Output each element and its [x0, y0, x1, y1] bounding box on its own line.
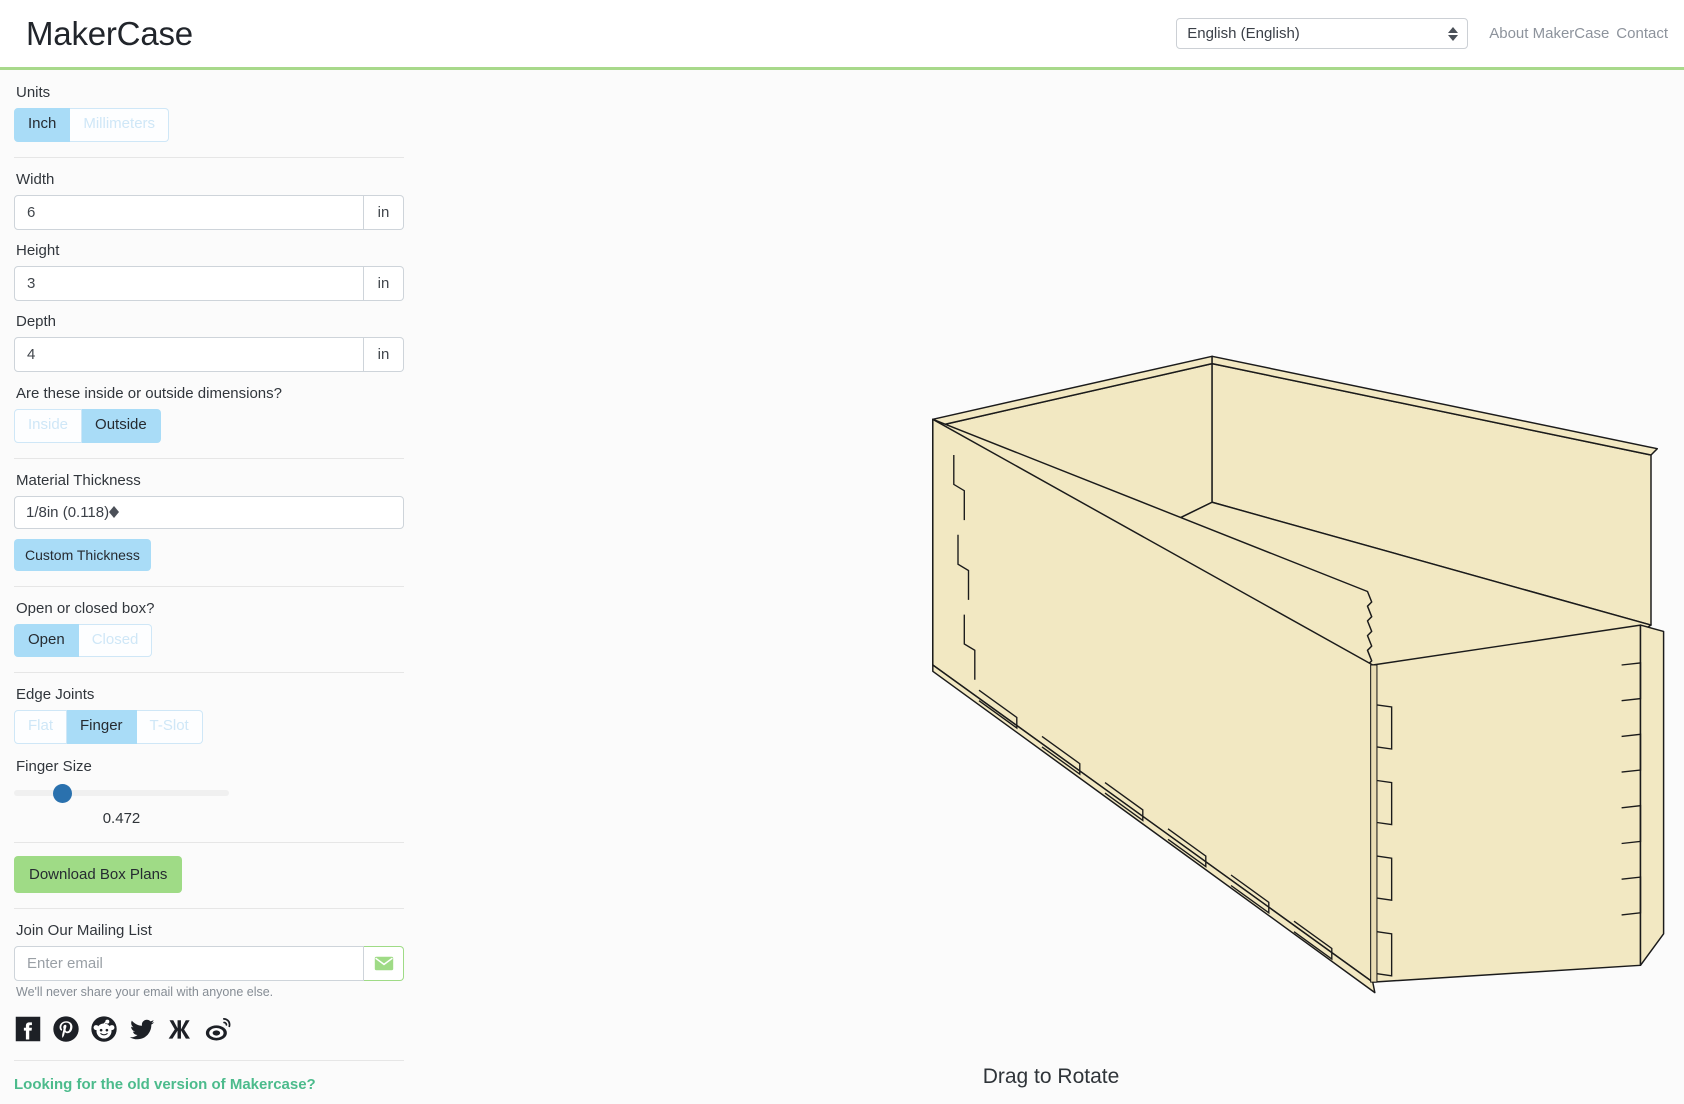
height-input[interactable] [14, 265, 364, 301]
language-select-value: English (English) [1187, 25, 1300, 42]
height-unit-addon: in [364, 265, 404, 301]
box-style-option-open[interactable]: Open [14, 623, 79, 658]
old-version-link[interactable]: Looking for the old version of Makercase… [14, 1076, 316, 1093]
divider [14, 156, 404, 158]
units-toggle-group: Inch Millimeters [14, 108, 170, 142]
units-option-inch[interactable]: Inch [14, 108, 71, 142]
email-submit-button[interactable] [364, 946, 404, 981]
facebook-icon [15, 1016, 41, 1042]
dimension-type-option-inside[interactable]: Inside [14, 408, 83, 443]
edge-joints-label: Edge Joints [16, 686, 95, 704]
nav-link-contact[interactable]: Contact [1616, 25, 1668, 42]
depth-input-row: in [14, 336, 404, 372]
finger-size-slider-track [14, 790, 229, 796]
options-sidebar: Units Inch Millimeters Width in Height i… [0, 70, 418, 1101]
divider [14, 585, 404, 587]
weibo-icon [205, 1017, 231, 1041]
divider [14, 457, 404, 459]
mailing-list-help-text: We'll never share your email with anyone… [16, 985, 274, 999]
mailing-list-row [14, 946, 404, 981]
box-style-option-closed[interactable]: Closed [78, 623, 153, 658]
email-input[interactable] [14, 946, 364, 981]
width-input-row: in [14, 194, 404, 230]
box-preview-viewer[interactable]: Drag to Rotate Scroll to Zoom [418, 70, 1684, 1104]
social-link-weibo[interactable] [204, 1015, 234, 1043]
social-links [14, 1015, 404, 1043]
social-link-pinterest[interactable] [52, 1015, 80, 1043]
finger-size-slider[interactable] [14, 782, 229, 804]
social-link-reddit[interactable] [90, 1015, 118, 1043]
viewer-hint-rotate: Drag to Rotate [982, 1065, 1120, 1088]
finger-size-value: 0.472 [102, 810, 141, 827]
material-thickness-value: 1/8in (0.118) [26, 503, 110, 521]
finger-size-label: Finger Size [16, 758, 92, 775]
divider [14, 908, 404, 909]
twitter-icon [129, 1019, 155, 1040]
finger-size-slider-thumb[interactable] [53, 784, 73, 803]
box-style-toggle-group: Open Closed [14, 623, 153, 658]
social-link-vk[interactable] [166, 1015, 194, 1043]
vk-icon [168, 1020, 190, 1039]
edge-joints-option-finger[interactable]: Finger [67, 710, 137, 744]
dimension-type-option-outside[interactable]: Outside [82, 408, 161, 443]
brand-title: MakerCase [26, 15, 193, 52]
height-input-row: in [14, 265, 404, 301]
social-link-twitter[interactable] [128, 1015, 156, 1043]
height-label: Height [16, 241, 60, 259]
depth-unit-addon: in [364, 336, 404, 372]
box-style-label: Open or closed box? [16, 599, 155, 617]
page-body: Units Inch Millimeters Width in Height i… [0, 70, 1684, 1104]
header-right-group: English (English) About MakerCase Contac… [1176, 18, 1668, 49]
select-arrows-icon [109, 506, 120, 518]
units-label: Units [16, 84, 51, 101]
custom-thickness-button[interactable]: Custom Thickness [14, 538, 151, 571]
divider [14, 672, 404, 674]
units-option-millimeters[interactable]: Millimeters [70, 108, 170, 142]
social-link-facebook[interactable] [14, 1015, 42, 1043]
language-select[interactable]: English (English) [1176, 18, 1469, 49]
reddit-icon [91, 1016, 117, 1042]
divider [14, 1060, 404, 1061]
dimension-type-label: Are these inside or outside dimensions? [16, 384, 282, 402]
width-label: Width [16, 170, 55, 188]
select-arrows-icon [1448, 26, 1459, 41]
mailing-list-label: Join Our Mailing List [16, 922, 152, 939]
pinterest-icon [53, 1016, 79, 1042]
width-input[interactable] [14, 194, 364, 230]
download-box-plans-button[interactable]: Download Box Plans [14, 856, 183, 893]
width-unit-addon: in [364, 194, 404, 230]
page-header: MakerCase English (English) About MakerC… [0, 0, 1684, 70]
depth-label: Depth [16, 312, 57, 330]
nav-link-about[interactable]: About MakerCase [1489, 25, 1609, 42]
material-thickness-label: Material Thickness [16, 471, 141, 489]
dimension-type-toggle-group: Inside Outside [14, 408, 161, 443]
divider [14, 842, 404, 843]
edge-joints-toggle-group: Flat Finger T-Slot [14, 710, 203, 744]
box-3d-model[interactable] [418, 70, 1684, 1101]
depth-input[interactable] [14, 336, 364, 372]
material-thickness-select[interactable]: 1/8in (0.118) [14, 495, 404, 529]
edge-joints-option-tslot[interactable]: T-Slot [136, 710, 203, 744]
envelope-icon [374, 956, 393, 971]
edge-joints-option-flat[interactable]: Flat [14, 710, 68, 744]
